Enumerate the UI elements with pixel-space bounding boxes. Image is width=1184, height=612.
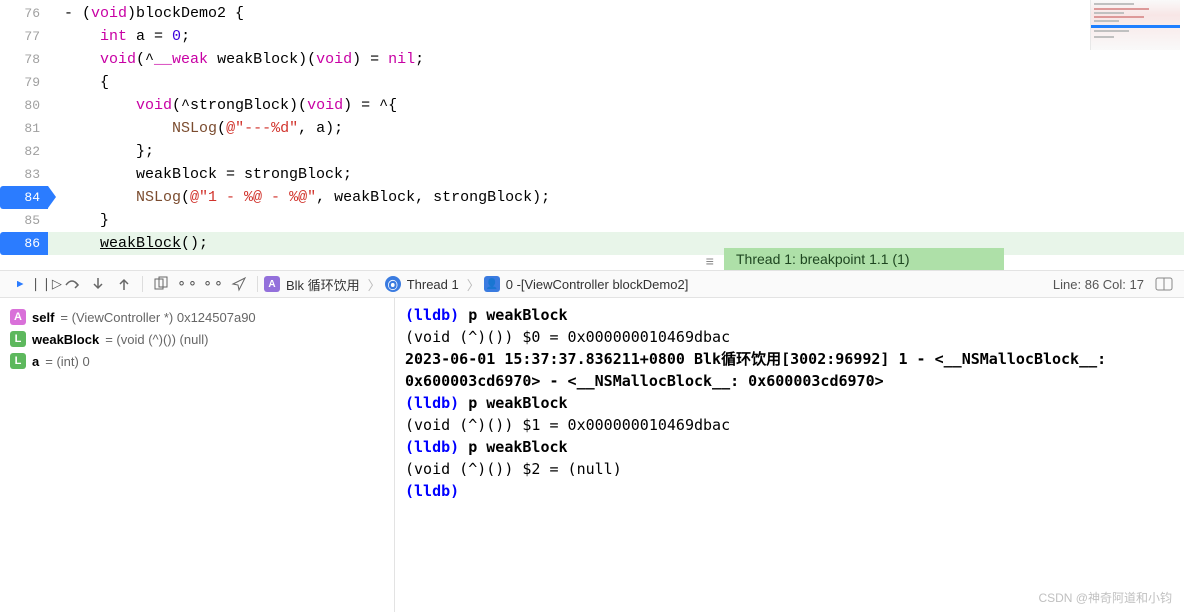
panel-toggle-button[interactable] <box>1152 274 1176 294</box>
code-line[interactable]: - (void)blockDemo2 { <box>48 2 1184 25</box>
line-menu-icon[interactable]: ≡ <box>706 252 714 270</box>
line-number[interactable]: 83 <box>0 163 40 186</box>
frame-label[interactable]: 0 -[ViewController blockDemo2] <box>506 277 689 292</box>
thread-label[interactable]: Thread 1 <box>407 277 459 292</box>
breakpoint-line-86[interactable]: 86 <box>0 232 48 255</box>
console-panel[interactable]: (lldb) p weakBlock (void (^)()) $0 = 0x0… <box>395 298 1184 612</box>
code-line[interactable]: NSLog(@"---%d", a); <box>48 117 1184 140</box>
code-line[interactable]: NSLog(@"1 - %@ - %@", weakBlock, strongB… <box>48 186 1184 209</box>
editor-area: 76 77 78 79 80 81 82 83 84 85 86 - (void… <box>0 0 1184 270</box>
target-icon: A <box>264 276 280 292</box>
line-number[interactable]: 77 <box>0 25 40 48</box>
variable-row[interactable]: A self = (ViewController *) 0x124507a90 <box>10 306 384 328</box>
line-number[interactable]: 81 <box>0 117 40 140</box>
console-line: 2023-06-01 15:37:37.836211+0800 Blk循环饮用[… <box>405 348 1174 392</box>
line-number[interactable]: 76 <box>0 2 40 25</box>
line-number[interactable]: 80 <box>0 94 40 117</box>
location-button[interactable] <box>227 274 251 294</box>
memory-graph-button[interactable]: ⚬⚬ <box>175 274 199 294</box>
variable-kind-badge: L <box>10 331 26 347</box>
console-line: (lldb) p weakBlock <box>405 392 1174 414</box>
variable-value: = (ViewController *) 0x124507a90 <box>60 310 255 325</box>
thread-icon: ⦿ <box>385 276 401 292</box>
code-line[interactable]: int a = 0; <box>48 25 1184 48</box>
variable-name: weakBlock <box>32 332 99 347</box>
variable-kind-badge: A <box>10 309 26 325</box>
line-number[interactable]: 85 <box>0 209 40 232</box>
minimap[interactable] <box>1090 0 1180 50</box>
pause-button[interactable] <box>8 274 32 294</box>
variable-name: a <box>32 354 39 369</box>
variables-panel[interactable]: A self = (ViewController *) 0x124507a90 … <box>0 298 395 612</box>
debug-bottom-area: A self = (ViewController *) 0x124507a90 … <box>0 298 1184 612</box>
code-line[interactable]: { <box>48 71 1184 94</box>
breakpoint-line-84[interactable]: 84 <box>0 186 48 209</box>
step-into-button[interactable] <box>86 274 110 294</box>
line-col-indicator: Line: 86 Col: 17 <box>1053 277 1144 292</box>
continue-button[interactable]: ❘❘▷ <box>34 274 58 294</box>
console-line: (void (^)()) $0 = 0x000000010469dbac <box>405 326 1174 348</box>
variable-value: = (int) 0 <box>45 354 89 369</box>
frame-icon: 👤 <box>484 276 500 292</box>
variable-value: = (void (^)()) (null) <box>105 332 208 347</box>
watermark: CSDN @神奇阿道和小钧 <box>1038 589 1172 606</box>
variable-row[interactable]: L weakBlock = (void (^)()) (null) <box>10 328 384 350</box>
line-number[interactable]: 79 <box>0 71 40 94</box>
chevron-icon: 〉 <box>467 275 480 294</box>
code-content[interactable]: - (void)blockDemo2 { int a = 0; void(^__… <box>48 0 1184 270</box>
console-line[interactable]: (lldb) <box>405 480 1174 502</box>
variable-row[interactable]: L a = (int) 0 <box>10 350 384 372</box>
code-line-current[interactable]: weakBlock(); <box>48 232 1184 255</box>
code-line[interactable]: weakBlock = strongBlock; <box>48 163 1184 186</box>
target-label[interactable]: Blk 循环饮用 <box>286 275 360 294</box>
console-line: (lldb) p weakBlock <box>405 304 1174 326</box>
step-out-button[interactable] <box>112 274 136 294</box>
code-line[interactable]: } <box>48 209 1184 232</box>
console-line: (lldb) p weakBlock <box>405 436 1174 458</box>
line-number[interactable]: 82 <box>0 140 40 163</box>
code-line[interactable]: void(^__weak weakBlock)(void) = nil; <box>48 48 1184 71</box>
console-line: (void (^)()) $2 = (null) <box>405 458 1174 480</box>
console-line: (void (^)()) $1 = 0x000000010469dbac <box>405 414 1174 436</box>
step-over-button[interactable] <box>60 274 84 294</box>
variable-name: self <box>32 310 54 325</box>
thread-breakpoint-badge[interactable]: Thread 1: breakpoint 1.1 (1) <box>724 248 1004 270</box>
code-line[interactable]: void(^strongBlock)(void) = ^{ <box>48 94 1184 117</box>
view-debug-button[interactable] <box>149 274 173 294</box>
debug-toolbar: ❘❘▷ ⚬⚬ ⚬⚬ A Blk 循环饮用 〉 ⦿ Thread 1 〉 👤 0 … <box>0 270 1184 298</box>
line-number[interactable]: 78 <box>0 48 40 71</box>
environment-button[interactable]: ⚬⚬ <box>201 274 225 294</box>
chevron-icon: 〉 <box>368 275 381 294</box>
line-number-gutter[interactable]: 76 77 78 79 80 81 82 83 84 85 86 <box>0 0 48 270</box>
variable-kind-badge: L <box>10 353 26 369</box>
code-line[interactable]: }; <box>48 140 1184 163</box>
